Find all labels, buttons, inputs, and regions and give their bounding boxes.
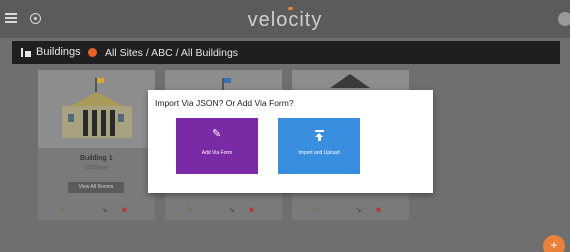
window-shape bbox=[68, 114, 74, 122]
copy-icon[interactable]: ◌ bbox=[79, 205, 84, 214]
edit-icon[interactable]: ✎ bbox=[313, 205, 320, 214]
column-shape bbox=[110, 110, 115, 136]
move-icon[interactable]: ↘ bbox=[355, 205, 362, 214]
import-dialog: Import Via JSON? Or Add Via Form? ✎ Add … bbox=[148, 90, 433, 193]
roof-icon bbox=[330, 74, 370, 88]
move-icon[interactable]: ↘ bbox=[228, 205, 235, 214]
delete-icon[interactable]: ■ bbox=[122, 205, 127, 214]
copy-icon[interactable]: ◌ bbox=[206, 205, 211, 214]
import-and-upload-label: Import and Upload bbox=[298, 150, 340, 156]
edit-icon[interactable]: ✎ bbox=[186, 205, 193, 214]
column-shape bbox=[101, 110, 106, 136]
page-title: Buildings bbox=[36, 46, 81, 58]
dialog-title: Import Via JSON? Or Add Via Form? bbox=[155, 98, 294, 108]
app-logo: velocity bbox=[247, 9, 323, 31]
building-image bbox=[38, 70, 155, 148]
upload-icon bbox=[315, 130, 324, 141]
add-via-form-label: Add Via Form bbox=[201, 150, 233, 156]
add-via-form-button[interactable]: ✎ Add Via Form bbox=[176, 118, 258, 174]
copy-icon[interactable]: ◌ bbox=[333, 205, 338, 214]
delete-icon[interactable]: ■ bbox=[376, 205, 381, 214]
flag-icon bbox=[224, 78, 231, 83]
logo-accent-dot bbox=[288, 7, 293, 10]
flag-icon bbox=[97, 78, 104, 83]
column-shape bbox=[83, 110, 88, 136]
column-shape bbox=[92, 110, 97, 136]
building-roof bbox=[70, 92, 124, 106]
building-title: Building 1 bbox=[80, 153, 113, 162]
user-avatar[interactable] bbox=[558, 12, 570, 26]
view-all-rooms-button[interactable]: View All Rooms bbox=[68, 182, 124, 193]
info-icon[interactable] bbox=[88, 48, 97, 57]
top-app-bar: velocity bbox=[0, 0, 570, 38]
delete-icon[interactable]: ■ bbox=[249, 205, 254, 214]
breadcrumb: Buildings All Sites / ABC / All Building… bbox=[12, 41, 560, 64]
add-fab-button[interactable]: + bbox=[543, 235, 565, 252]
building-card[interactable]: Building 1 333 Street View All Rooms ✎ ◌… bbox=[38, 70, 155, 220]
building-icon bbox=[62, 106, 132, 138]
breadcrumb-path[interactable]: All Sites / ABC / All Buildings bbox=[105, 47, 238, 59]
import-and-upload-button[interactable]: Import and Upload bbox=[278, 118, 360, 174]
building-zone: 333 Street bbox=[84, 165, 109, 171]
window-shape bbox=[118, 114, 124, 122]
buildings-icon bbox=[21, 48, 31, 57]
pencil-icon: ✎ bbox=[212, 128, 222, 140]
move-icon[interactable]: ↘ bbox=[101, 205, 108, 214]
edit-icon[interactable]: ✎ bbox=[59, 205, 66, 214]
